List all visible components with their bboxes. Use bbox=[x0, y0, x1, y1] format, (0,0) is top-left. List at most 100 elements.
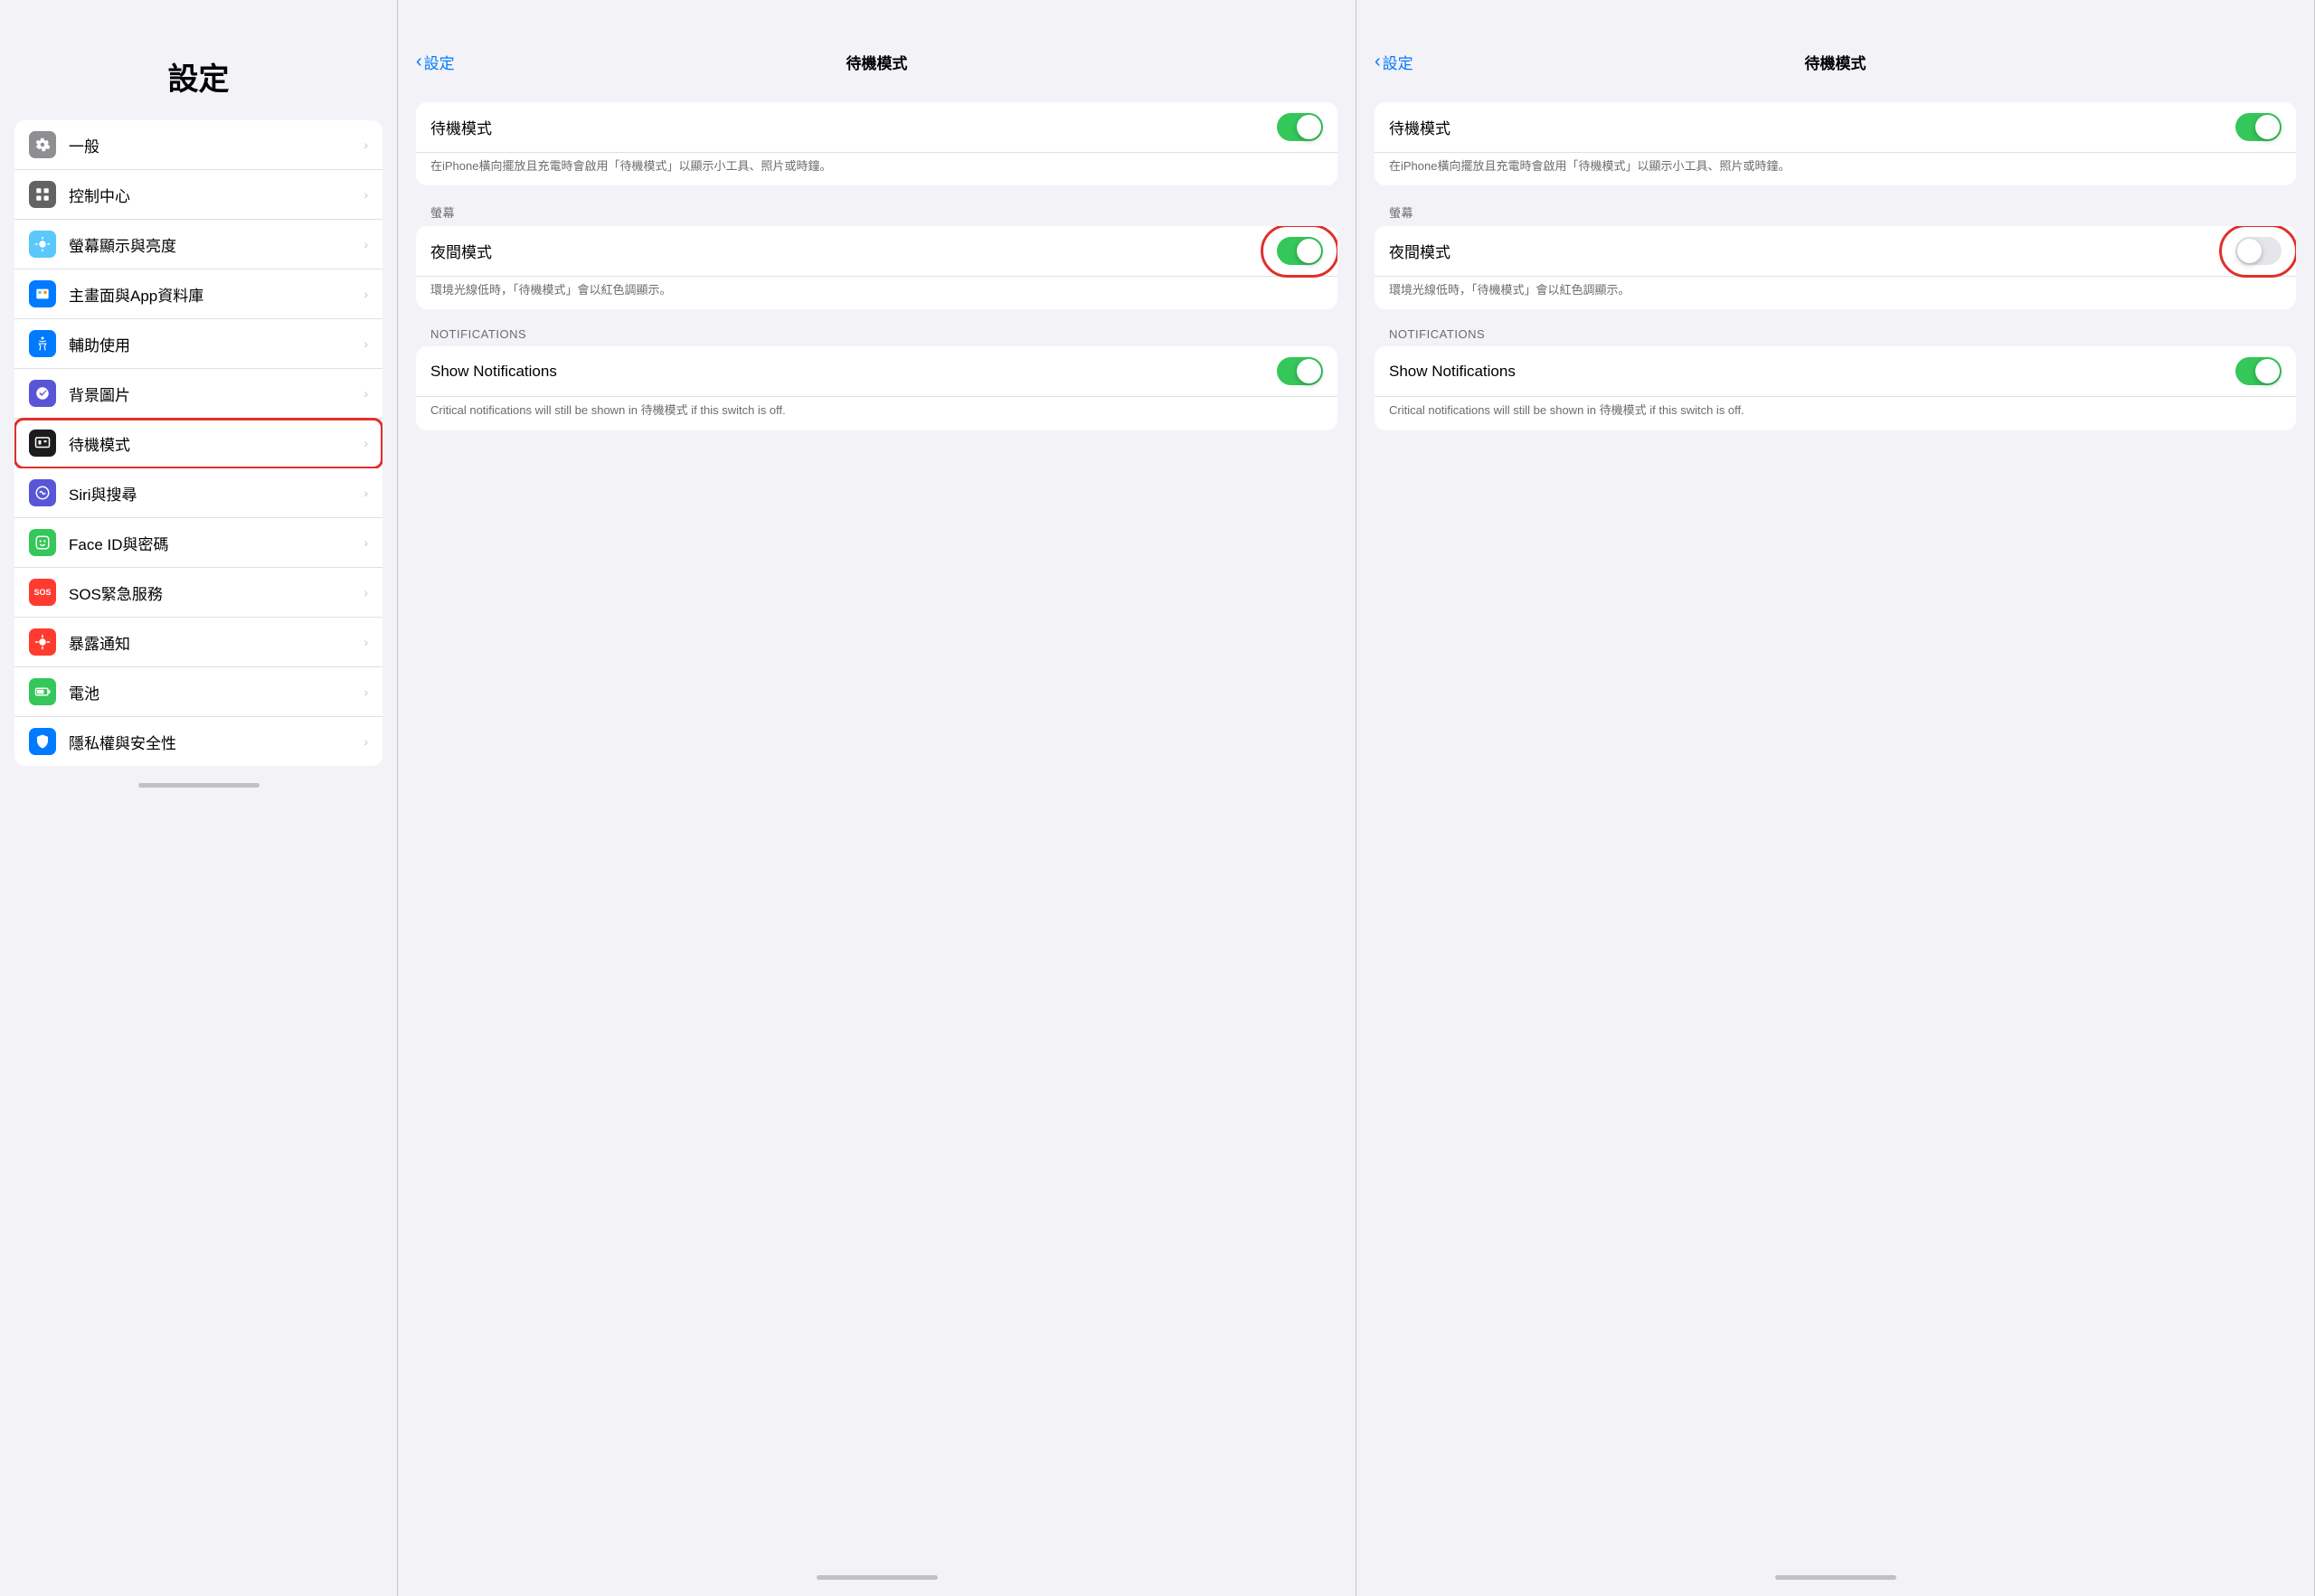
show-notifications-row-right: Show Notifications bbox=[1375, 346, 2296, 397]
display-icon bbox=[29, 231, 56, 258]
exposure-icon bbox=[29, 628, 56, 656]
privacy-chevron: › bbox=[364, 734, 368, 749]
detail-panel-right: ‹ 設定 待機模式 待機模式 在iPhone橫向擺放且充電時會啟用「待機模式」以… bbox=[1356, 0, 2314, 1596]
night-mode-toggle-left[interactable] bbox=[1277, 237, 1323, 265]
notifications-desc-left: Critical notifications will still be sho… bbox=[416, 397, 1337, 430]
sidebar-item-wallpaper[interactable]: 背景圖片› bbox=[14, 369, 383, 419]
wallpaper-icon bbox=[29, 380, 56, 407]
detail-title-right: 待機模式 bbox=[1805, 51, 1866, 73]
detail-content-left: 待機模式 在iPhone橫向擺放且充電時會啟用「待機模式」以顯示小工具、照片或時… bbox=[398, 84, 1356, 1565]
siri-label: Siri與搜尋 bbox=[69, 482, 364, 505]
night-mode-toggle-knob-left bbox=[1297, 239, 1321, 263]
wallpaper-label: 背景圖片 bbox=[69, 382, 364, 405]
detail-panel-left: ‹ 設定 待機模式 待機模式 在iPhone橫向擺放且充電時會啟用「待機模式」以… bbox=[398, 0, 1356, 1596]
sidebar-item-display[interactable]: 螢幕顯示與亮度› bbox=[14, 220, 383, 269]
show-notifications-toggle-right[interactable] bbox=[2235, 357, 2282, 385]
accessibility-label: 輔助使用 bbox=[69, 333, 364, 355]
standby-icon bbox=[29, 430, 56, 457]
sidebar-item-faceid[interactable]: Face ID與密碼› bbox=[14, 518, 383, 568]
screen-section-label-right: 螢幕 bbox=[1389, 203, 2296, 221]
homescreen-label: 主畫面與App資料庫 bbox=[69, 283, 364, 306]
control-center-icon bbox=[29, 181, 56, 208]
night-mode-desc-left: 環境光線低時，「待機模式」會以紅色調顯示。 bbox=[416, 277, 1337, 309]
standby-group-right: 待機模式 在iPhone橫向擺放且充電時會啟用「待機模式」以顯示小工具、照片或時… bbox=[1375, 102, 2296, 185]
standby-label: 待機模式 bbox=[69, 432, 364, 455]
show-notifications-toggle-knob-right bbox=[2255, 359, 2280, 383]
back-chevron-right: ‹ bbox=[1375, 52, 1381, 72]
sos-chevron: › bbox=[364, 585, 368, 600]
homescreen-chevron: › bbox=[364, 287, 368, 301]
sidebar-item-control-center[interactable]: 控制中心› bbox=[14, 170, 383, 220]
sidebar-item-standby[interactable]: 待機模式› bbox=[14, 419, 383, 468]
standby-chevron: › bbox=[364, 436, 368, 450]
general-label: 一般 bbox=[69, 134, 364, 156]
standby-desc-right: 在iPhone橫向擺放且充電時會啟用「待機模式」以顯示小工具、照片或時鐘。 bbox=[1375, 153, 2296, 185]
screen-section-label-left: 螢幕 bbox=[430, 203, 1337, 221]
night-mode-toggle-right[interactable] bbox=[2235, 237, 2282, 265]
control-center-chevron: › bbox=[364, 187, 368, 202]
bottom-bar-detail-left bbox=[398, 1565, 1356, 1596]
standby-toggle-right[interactable] bbox=[2235, 113, 2282, 141]
standby-toggle-left[interactable] bbox=[1277, 113, 1323, 141]
home-indicator-detail-right bbox=[1775, 1575, 1896, 1580]
sidebar-item-privacy[interactable]: 隱私權與安全性› bbox=[14, 717, 383, 766]
standby-group-left: 待機模式 在iPhone橫向擺放且充電時會啟用「待機模式」以顯示小工具、照片或時… bbox=[416, 102, 1337, 185]
standby-desc-left: 在iPhone橫向擺放且充電時會啟用「待機模式」以顯示小工具、照片或時鐘。 bbox=[416, 153, 1337, 185]
faceid-label: Face ID與密碼 bbox=[69, 532, 364, 554]
detail-header-right: ‹ 設定 待機模式 bbox=[1356, 0, 2314, 84]
general-icon bbox=[29, 131, 56, 158]
night-mode-label-left: 夜間模式 bbox=[430, 240, 1277, 262]
night-mode-row-left: 夜間模式 bbox=[416, 226, 1337, 277]
night-mode-toggle-knob-right bbox=[2237, 239, 2262, 263]
night-mode-desc-right: 環境光線低時，「待機模式」會以紅色調顯示。 bbox=[1375, 277, 2296, 309]
sidebar-item-siri[interactable]: Siri與搜尋› bbox=[14, 468, 383, 518]
display-chevron: › bbox=[364, 237, 368, 251]
exposure-chevron: › bbox=[364, 635, 368, 649]
standby-label-right: 待機模式 bbox=[1389, 116, 2235, 138]
detail-header-left: ‹ 設定 待機模式 bbox=[398, 0, 1356, 84]
sidebar-item-sos[interactable]: SOS SOS緊急服務› bbox=[14, 568, 383, 618]
settings-title: 設定 bbox=[18, 54, 379, 99]
control-center-label: 控制中心 bbox=[69, 184, 364, 206]
back-label-right: 設定 bbox=[1383, 51, 1413, 73]
show-notifications-row-left: Show Notifications bbox=[416, 346, 1337, 397]
screen-group-left: 夜間模式 環境光線低時，「待機模式」會以紅色調顯示。 bbox=[416, 226, 1337, 309]
battery-icon bbox=[29, 678, 56, 705]
battery-chevron: › bbox=[364, 685, 368, 699]
notifications-desc-right: Critical notifications will still be sho… bbox=[1375, 397, 2296, 430]
show-notifications-toggle-left[interactable] bbox=[1277, 357, 1323, 385]
detail-panels-wrapper: ‹ 設定 待機模式 待機模式 在iPhone橫向擺放且充電時會啟用「待機模式」以… bbox=[398, 0, 2315, 1596]
back-button-left[interactable]: ‹ 設定 bbox=[416, 51, 455, 73]
notifications-section-label-right: NOTIFICATIONS bbox=[1389, 327, 2296, 341]
screen-group-right: 夜間模式 環境光線低時，「待機模式」會以紅色調顯示。 bbox=[1375, 226, 2296, 309]
night-toggle-wrap-left bbox=[1277, 237, 1323, 265]
sidebar-item-battery[interactable]: 電池› bbox=[14, 667, 383, 717]
notifications-group-right: Show Notifications Critical notification… bbox=[1375, 346, 2296, 430]
display-label: 螢幕顯示與亮度 bbox=[69, 233, 364, 256]
back-label-left: 設定 bbox=[424, 51, 455, 73]
faceid-icon bbox=[29, 529, 56, 556]
settings-header: 設定 bbox=[0, 0, 397, 113]
sidebar-item-exposure[interactable]: 暴露通知› bbox=[14, 618, 383, 667]
siri-chevron: › bbox=[364, 486, 368, 500]
back-button-right[interactable]: ‹ 設定 bbox=[1375, 51, 1413, 73]
faceid-chevron: › bbox=[364, 535, 368, 550]
sidebar-item-homescreen[interactable]: 主畫面與App資料庫› bbox=[14, 269, 383, 319]
notifications-group-left: Show Notifications Critical notification… bbox=[416, 346, 1337, 430]
standby-toggle-knob-right bbox=[2255, 115, 2280, 139]
night-mode-label-right: 夜間模式 bbox=[1389, 240, 2235, 262]
home-indicator-left bbox=[138, 783, 260, 788]
sos-label: SOS緊急服務 bbox=[69, 581, 364, 604]
night-mode-row-right: 夜間模式 bbox=[1375, 226, 2296, 277]
wallpaper-chevron: › bbox=[364, 386, 368, 401]
exposure-label: 暴露通知 bbox=[69, 631, 364, 654]
standby-label-left: 待機模式 bbox=[430, 116, 1277, 138]
detail-title-left: 待機模式 bbox=[846, 51, 908, 73]
night-toggle-wrap-right bbox=[2235, 237, 2282, 265]
sidebar-item-accessibility[interactable]: 輔助使用› bbox=[14, 319, 383, 369]
sos-icon: SOS bbox=[29, 579, 56, 606]
sidebar-item-general[interactable]: 一般› bbox=[14, 120, 383, 170]
battery-label: 電池 bbox=[69, 681, 364, 704]
general-chevron: › bbox=[364, 137, 368, 152]
back-chevron-left: ‹ bbox=[416, 52, 422, 72]
